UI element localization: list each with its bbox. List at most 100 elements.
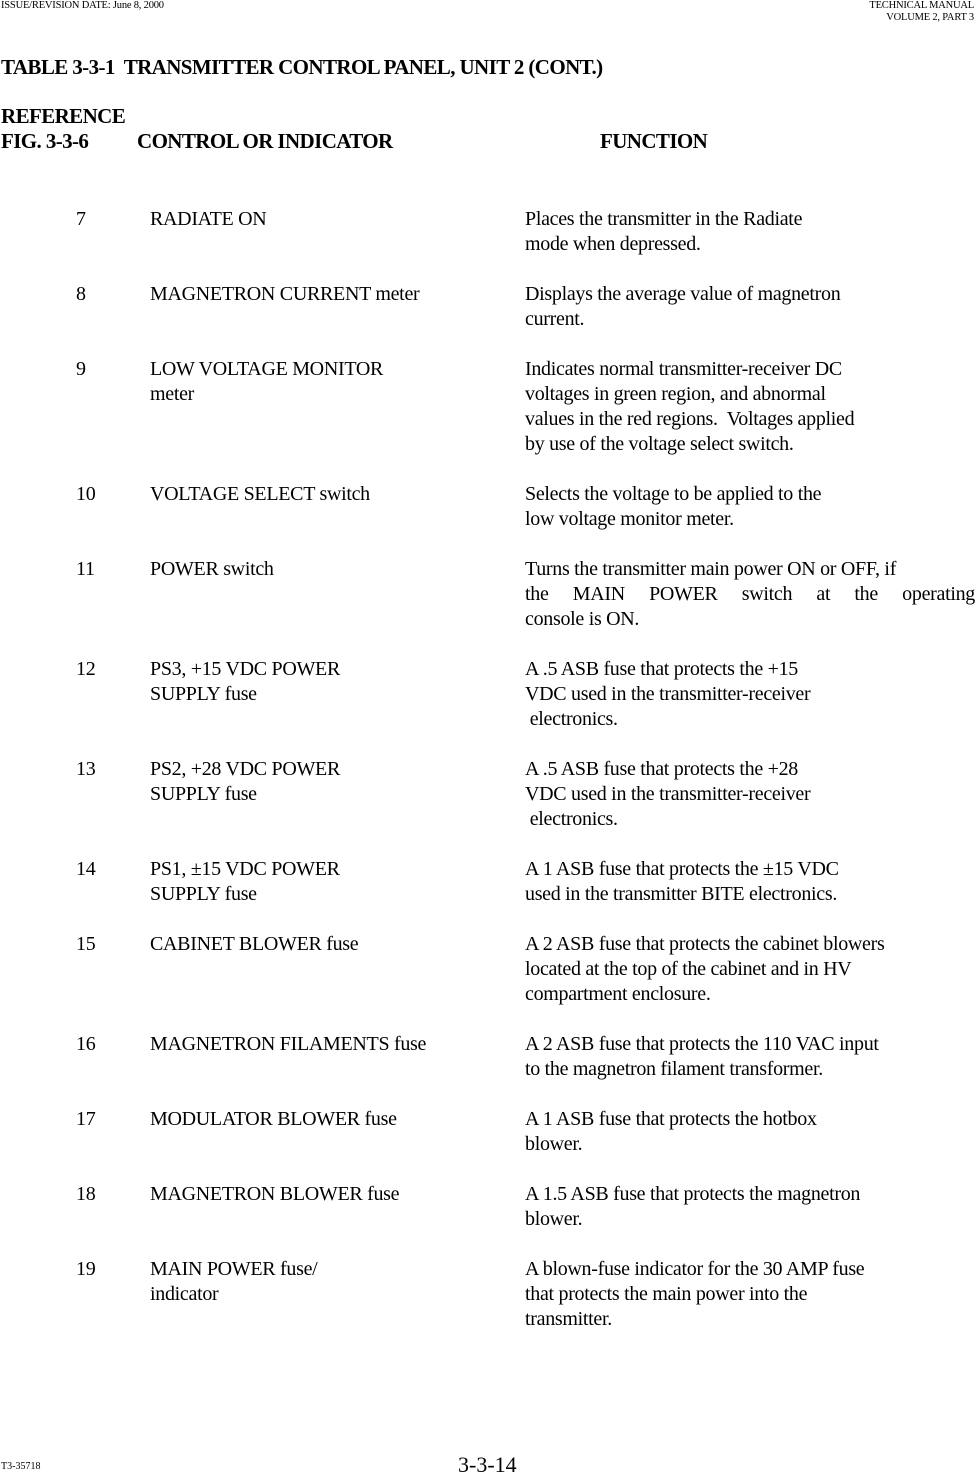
function-text-line: A 2 ASB fuse that protects the cabinet b… bbox=[525, 933, 885, 955]
control-text-line: RADIATE ON bbox=[150, 208, 267, 230]
function-text-line: by use of the voltage select switch. bbox=[525, 433, 794, 455]
table-body: 7 RADIATE ON Places the transmitter in the… bbox=[0, 207, 976, 1357]
row-reference-number: 18 bbox=[76, 1183, 96, 1205]
header-issue-date: ISSUE/REVISION DATE: June 8, 2000 bbox=[1, 0, 164, 11]
function-text-line: VDC used in the transmitter-receiver bbox=[525, 683, 811, 705]
function-text-line: Indicates normal transmitter-receiver DC bbox=[525, 358, 842, 380]
control-text-line: SUPPLY fuse bbox=[150, 883, 257, 905]
header-manual-volume: VOLUME 2, PART 3 bbox=[886, 12, 974, 23]
row-reference-number: 17 bbox=[76, 1108, 96, 1130]
row-reference-number: 8 bbox=[76, 283, 86, 305]
row-control-name: MAGNETRON FILAMENTS fuse bbox=[150, 1032, 510, 1057]
function-text-line: A 1 ASB fuse that protects the ±15 VDC bbox=[525, 858, 839, 880]
function-text-line: A 2 ASB fuse that protects the 110 VAC i… bbox=[525, 1033, 879, 1055]
function-text-line: A .5 ASB fuse that protects the +15 bbox=[525, 658, 798, 680]
row-control-name: PS1, ±15 VDC POWER SUPPLY fuse bbox=[150, 857, 510, 907]
table-row: 11 POWER switch Turns the transmitter main… bbox=[0, 557, 976, 632]
function-text-line: blower. bbox=[525, 1133, 583, 1155]
function-text-line: Selects the voltage to be applied to the bbox=[525, 483, 822, 505]
function-text-line: Turns the transmitter main power ON or O… bbox=[525, 558, 897, 580]
function-text-line: A 1 ASB fuse that protects the hotbox bbox=[525, 1108, 817, 1130]
row-control-name: MAIN POWER fuse/indicator bbox=[150, 1257, 510, 1307]
table-row: 8 MAGNETRON CURRENT meter Displays the ave… bbox=[0, 282, 976, 332]
control-text-line: SUPPLY fuse bbox=[150, 683, 257, 705]
control-text-line: meter bbox=[150, 383, 195, 405]
control-text-line: CABINET BLOWER fuse bbox=[150, 933, 359, 955]
function-text-line: to the magnetron filament transformer. bbox=[525, 1058, 823, 1080]
column-header-reference: REFERENCE bbox=[1, 104, 126, 128]
function-text-line: electronics. bbox=[525, 708, 618, 730]
function-text-line: A 1.5 ASB fuse that protects the magnetr… bbox=[525, 1183, 861, 1205]
row-control-name: RADIATE ON bbox=[150, 207, 510, 232]
row-control-name: MAGNETRON CURRENT meter bbox=[150, 282, 510, 307]
row-function-description: Places the transmitter in the Radiate mod… bbox=[525, 207, 975, 257]
control-text-line: VOLTAGE SELECT switch bbox=[150, 483, 370, 505]
function-text-line: compartment enclosure. bbox=[525, 983, 711, 1005]
row-function-description: A 1 ASB fuse that protects the hotbox blo… bbox=[525, 1107, 975, 1157]
control-text-line: MODULATOR BLOWER fuse bbox=[150, 1108, 397, 1130]
table-row: 13 PS2, +28 VDC POWER SUPPLY fuse A .5 ASB … bbox=[0, 757, 976, 832]
row-reference-number: 13 bbox=[76, 758, 96, 780]
table-row: 17 MODULATOR BLOWER fuse A 1 ASB fuse that… bbox=[0, 1107, 976, 1157]
row-reference-number: 9 bbox=[76, 358, 86, 380]
function-text-line: voltages in green region, and abnormal bbox=[525, 383, 826, 405]
row-function-description: A 1 ASB fuse that protects the ±15 VDC us… bbox=[525, 857, 975, 907]
control-text-line: SUPPLY fuse bbox=[150, 783, 257, 805]
function-text-line: located at the top of the cabinet and in… bbox=[525, 958, 852, 980]
function-text-line: mode when depressed. bbox=[525, 233, 701, 255]
document-code: T3-35718 bbox=[1, 1461, 41, 1472]
row-control-name: PS3, +15 VDC POWER SUPPLY fuse bbox=[150, 657, 510, 707]
function-text-line: Places the transmitter in the Radiate bbox=[525, 208, 803, 230]
table-title: TABLE 3-3-1 TRANSMITTER CONTROL PANEL, U… bbox=[1, 55, 603, 79]
row-reference-number: 16 bbox=[76, 1033, 96, 1055]
table-row: 14 PS1, ±15 VDC POWER SUPPLY fuse A 1 ASB f… bbox=[0, 857, 976, 907]
control-text-line: MAIN POWER fuse/ bbox=[150, 1258, 318, 1280]
function-text-line: that protects the main power into the bbox=[525, 1283, 808, 1305]
row-function-description: A blown-fuse indicator for the 30 AMP fu… bbox=[525, 1257, 975, 1332]
function-text-line: current. bbox=[525, 308, 585, 330]
table-row: 7 RADIATE ON Places the transmitter in the… bbox=[0, 207, 976, 257]
row-control-name: MODULATOR BLOWER fuse bbox=[150, 1107, 510, 1132]
control-text-line: MAGNETRON CURRENT meter bbox=[150, 283, 420, 305]
function-text-line: blower. bbox=[525, 1208, 583, 1230]
table-row: 18 MAGNETRON BLOWER fuse A 1.5 ASB fuse th… bbox=[0, 1182, 976, 1232]
table-row: 10 VOLTAGE SELECT switch Selects the volta… bbox=[0, 482, 976, 532]
function-text-line: VDC used in the transmitter-receiver bbox=[525, 783, 811, 805]
row-function-description: A .5 ASB fuse that protects the +15 VDC u… bbox=[525, 657, 975, 732]
row-function-description: Selects the voltage to be applied to the… bbox=[525, 482, 975, 532]
row-control-name: LOW VOLTAGE MONITOR meter bbox=[150, 357, 510, 407]
row-reference-number: 12 bbox=[76, 658, 96, 680]
control-text-line: LOW VOLTAGE MONITOR bbox=[150, 358, 384, 380]
row-control-name: VOLTAGE SELECT switch bbox=[150, 482, 510, 507]
function-text-line: console is ON. bbox=[525, 608, 640, 630]
row-function-description: A 2 ASB fuse that protects the 110 VAC i… bbox=[525, 1032, 975, 1082]
row-control-name: PS2, +28 VDC POWER SUPPLY fuse bbox=[150, 757, 510, 807]
control-text-line: POWER switch bbox=[150, 558, 274, 580]
control-text-line: indicator bbox=[150, 1283, 219, 1305]
function-text-line: the MAIN POWER switch at the operating bbox=[525, 583, 975, 605]
function-text-line: electronics. bbox=[525, 808, 618, 830]
table-row: 9 LOW VOLTAGE MONITOR meter Indicates norma… bbox=[0, 357, 976, 457]
row-reference-number: 7 bbox=[76, 208, 86, 230]
control-text-line: MAGNETRON BLOWER fuse bbox=[150, 1183, 400, 1205]
row-function-description: Indicates normal transmitter-receiver DC… bbox=[525, 357, 975, 457]
row-reference-number: 10 bbox=[76, 483, 96, 505]
control-text-line: PS3, +15 VDC POWER bbox=[150, 658, 340, 680]
row-reference-number: 14 bbox=[76, 858, 96, 880]
row-reference-number: 15 bbox=[76, 933, 96, 955]
function-text-line: low voltage monitor meter. bbox=[525, 508, 734, 530]
row-control-name: CABINET BLOWER fuse bbox=[150, 932, 510, 957]
control-text-line: MAGNETRON FILAMENTS fuse bbox=[150, 1033, 427, 1055]
table-row: 12 PS3, +15 VDC POWER SUPPLY fuse A .5 ASB … bbox=[0, 657, 976, 732]
row-reference-number: 11 bbox=[76, 558, 95, 580]
function-text-line: values in the red regions. Voltages appl… bbox=[525, 408, 855, 430]
control-text-line: PS1, ±15 VDC POWER bbox=[150, 858, 340, 880]
row-function-description: A 2 ASB fuse that protects the cabinet b… bbox=[525, 932, 975, 1007]
function-text-line: A blown-fuse indicator for the 30 AMP fu… bbox=[525, 1258, 865, 1280]
column-header-figure: FIG. 3-3-6 bbox=[1, 129, 89, 153]
header-manual-title: TECHNICAL MANUAL bbox=[869, 0, 974, 11]
row-function-description: Turns the transmitter main power ON or O… bbox=[525, 557, 975, 632]
row-control-name: MAGNETRON BLOWER fuse bbox=[150, 1182, 510, 1207]
function-text-line: A .5 ASB fuse that protects the +28 bbox=[525, 758, 798, 780]
column-header-control: CONTROL OR INDICATOR bbox=[137, 129, 393, 153]
